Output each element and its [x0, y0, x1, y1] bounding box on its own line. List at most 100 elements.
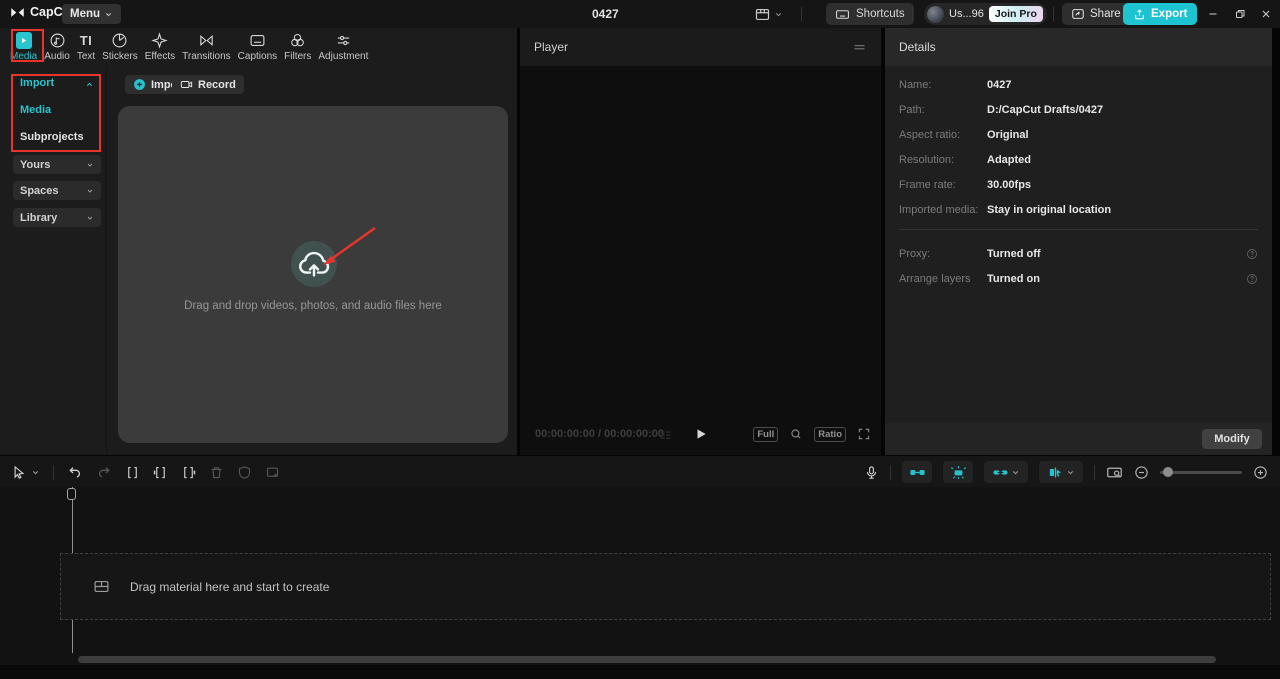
redo-icon[interactable] [96, 464, 112, 480]
sidebar-item-media[interactable]: Media [20, 104, 51, 116]
sidebar-item-import[interactable]: Import [20, 77, 54, 89]
zoom-in-icon[interactable] [1253, 465, 1268, 480]
player-controls: 00:00:00:00 / 00:00:00:00 Full Ratio [520, 413, 881, 455]
snap-icon [1049, 467, 1062, 477]
filters-tab-icon [289, 32, 306, 49]
crop-edit-icon[interactable] [265, 465, 280, 480]
maximize-button[interactable] [1227, 0, 1253, 28]
details-divider [899, 229, 1258, 230]
project-title: 0427 [592, 7, 619, 21]
auto-align-icon [950, 465, 966, 479]
sidebar-section-spaces[interactable]: Spaces [13, 181, 101, 200]
detail-value: 0427 [987, 78, 1012, 91]
ratio-button[interactable]: Ratio [814, 426, 846, 442]
split-left-icon[interactable] [153, 465, 168, 480]
select-tool-button[interactable] [12, 465, 40, 480]
layout-icon [755, 8, 770, 20]
microphone-icon[interactable] [864, 465, 879, 480]
tab-label: Captions [237, 51, 278, 62]
detail-value: Turned off [987, 247, 1041, 260]
timeline-dropzone[interactable]: Drag material here and start to create [60, 553, 1271, 620]
toolbar-divider [53, 464, 54, 480]
user-name: Us...96 [949, 8, 984, 20]
media-dropzone[interactable]: Drag and drop videos, photos, and audio … [118, 106, 508, 443]
timecode-separator: / [594, 428, 605, 440]
cursor-icon [14, 465, 25, 479]
split-icon[interactable] [125, 465, 140, 480]
full-quality-button[interactable]: Full [753, 426, 779, 442]
sidebar-section-yours[interactable]: Yours [13, 155, 101, 174]
menu-button[interactable]: Menu [62, 4, 122, 24]
share-button[interactable]: Share [1062, 3, 1130, 25]
tab-label: Stickers [102, 51, 138, 62]
timecode: 00:00:00:00 / 00:00:00:00 [535, 428, 664, 440]
user-account-button[interactable]: Us...96 Join Pro [924, 3, 1047, 25]
media-sidebar: Import Media Subprojects Yours Spaces Li… [0, 66, 107, 455]
help-icon[interactable] [1246, 273, 1258, 285]
shortcuts-button[interactable]: Shortcuts [826, 3, 914, 25]
effects-tab-icon [151, 32, 169, 49]
play-button[interactable] [694, 427, 708, 441]
modify-button[interactable]: Modify [1202, 429, 1262, 449]
detail-label: Arrange layers [899, 272, 971, 285]
fullscreen-icon[interactable] [857, 427, 871, 441]
playhead-handle[interactable] [67, 488, 76, 500]
main-track-magnet-toggle[interactable] [902, 461, 932, 483]
detail-row-name: Name: 0427 [885, 72, 1272, 97]
help-icon[interactable] [1246, 248, 1258, 260]
detail-row-proxy: Proxy: Turned off [885, 241, 1272, 266]
tab-captions[interactable]: Captions [238, 32, 277, 62]
sidebar-item-subprojects[interactable]: Subprojects [20, 131, 84, 143]
transitions-tab-icon [198, 32, 215, 49]
tab-adjustment[interactable]: Adjustment [318, 32, 368, 62]
topbar-divider [1053, 7, 1054, 21]
tab-label: Effects [144, 51, 176, 62]
chevron-down-icon [105, 12, 112, 16]
plus-circle-icon [134, 79, 145, 90]
topbar-divider [912, 7, 913, 21]
record-button[interactable]: Record [172, 75, 244, 94]
export-button[interactable]: Export [1123, 3, 1198, 25]
tab-media[interactable]: Media [10, 32, 37, 62]
tab-filters[interactable]: Filters [284, 32, 311, 62]
join-pro-badge[interactable]: Join Pro [988, 6, 1043, 22]
auto-align-toggle[interactable] [943, 461, 973, 483]
tab-label: Filters [284, 51, 312, 62]
toolbar-divider [890, 464, 891, 480]
tab-effects[interactable]: Effects [145, 32, 175, 62]
top-bar: CapCut Menu 0427 Shortcuts Us...96 Join … [0, 0, 1280, 28]
restore-icon [1236, 10, 1245, 18]
horizontal-scrollbar[interactable] [78, 656, 1216, 663]
detail-row-arrange-layers: Arrange layers Turned on [885, 266, 1272, 291]
share-icon [1072, 9, 1084, 19]
link-clips-toggle[interactable] [984, 461, 1028, 483]
minimize-button[interactable] [1200, 0, 1226, 28]
tab-text[interactable]: TI Text [77, 32, 95, 62]
zoom-out-icon[interactable] [1134, 465, 1149, 480]
timeline-placeholder-text: Drag material here and start to create [130, 579, 330, 594]
zoom-preview-icon[interactable] [789, 427, 803, 441]
frames-preview-icon[interactable] [658, 427, 673, 442]
chevron-up-icon[interactable] [85, 80, 94, 89]
panel-menu-icon[interactable] [852, 40, 867, 55]
timeline-zoom-slider[interactable] [1160, 466, 1242, 478]
menu-label: Menu [70, 8, 101, 20]
preview-frame-level-icon[interactable] [1106, 464, 1123, 481]
split-right-icon[interactable] [181, 465, 196, 480]
mask-icon[interactable] [237, 465, 252, 480]
tab-audio[interactable]: Audio [44, 32, 70, 62]
tab-stickers[interactable]: Stickers [102, 32, 138, 62]
player-title: Player [534, 40, 569, 54]
panel-layout-button[interactable] [754, 4, 783, 24]
player-header: Player [520, 28, 881, 66]
delete-icon[interactable] [209, 465, 224, 480]
snapping-toggle[interactable] [1039, 461, 1083, 483]
details-body: Name: 0427 Path: D:/CapCut Drafts/0427 A… [885, 66, 1272, 291]
undo-icon[interactable] [67, 464, 83, 480]
keyboard-icon [836, 9, 849, 19]
sidebar-section-library[interactable]: Library [13, 208, 101, 227]
slider-handle[interactable] [1163, 467, 1173, 477]
close-button[interactable] [1253, 0, 1279, 28]
tab-transitions[interactable]: Transitions [182, 32, 231, 62]
timeline-area[interactable]: Drag material here and start to create [0, 487, 1280, 679]
